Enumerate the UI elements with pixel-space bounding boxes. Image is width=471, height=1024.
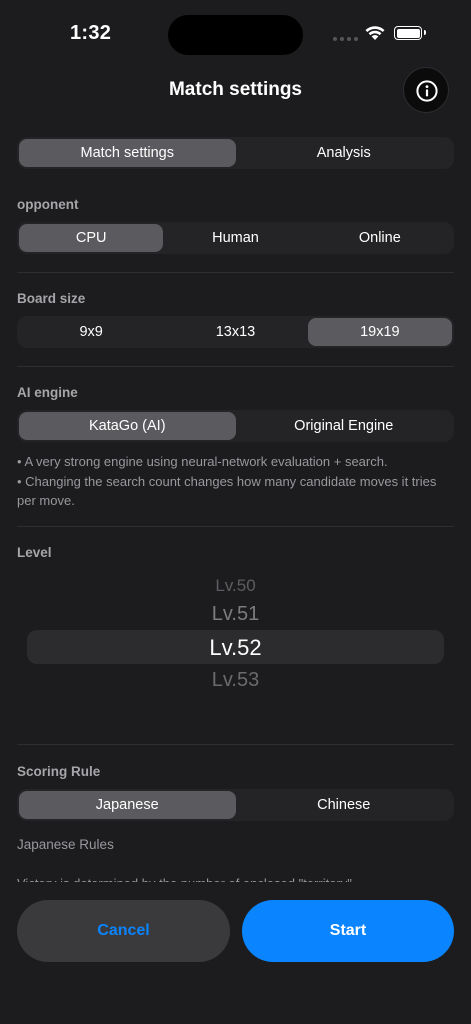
divider bbox=[17, 526, 454, 527]
divider bbox=[17, 366, 454, 367]
board-size-option-13x13[interactable]: 13x13 bbox=[163, 318, 307, 346]
picker-row[interactable]: Lv.53 bbox=[0, 669, 471, 692]
engine-note-2: • Changing the search count changes how … bbox=[17, 473, 437, 509]
board-size-label: Board size bbox=[17, 291, 86, 306]
info-button[interactable] bbox=[403, 67, 449, 113]
picker-row[interactable]: Lv.51 bbox=[0, 603, 471, 626]
opponent-option-online[interactable]: Online bbox=[308, 224, 452, 252]
ai-engine-segmented-control: KataGo (AI) Original Engine bbox=[17, 410, 454, 442]
dynamic-island bbox=[168, 15, 303, 55]
engine-option-original[interactable]: Original Engine bbox=[236, 412, 453, 440]
opponent-label: opponent bbox=[17, 197, 79, 212]
rule-description: Victory is determined by the number of e… bbox=[17, 874, 457, 882]
picker-row[interactable]: Lv.50 bbox=[0, 579, 471, 593]
scoring-option-japanese[interactable]: Japanese bbox=[19, 791, 236, 819]
scoring-rule-segmented-control: Japanese Chinese bbox=[17, 789, 454, 821]
engine-option-katago[interactable]: KataGo (AI) bbox=[19, 412, 236, 440]
engine-description: • A very strong engine using neural-netw… bbox=[17, 452, 457, 511]
cellular-signal-icon bbox=[333, 37, 358, 41]
status-bar: 1:32 bbox=[0, 0, 471, 70]
main-tab-control: Match settings Analysis bbox=[17, 137, 454, 169]
ai-engine-label: AI engine bbox=[17, 385, 78, 400]
battery-icon bbox=[394, 26, 426, 40]
picker-row-selected[interactable]: Lv.52 bbox=[0, 635, 471, 661]
top-header-area: 1:32 Match settings Match settings Analy… bbox=[0, 0, 471, 183]
scoring-option-chinese[interactable]: Chinese bbox=[236, 791, 453, 819]
level-picker[interactable]: Lv.50 Lv.51 Lv.52 Lv.53 bbox=[0, 573, 471, 713]
engine-note-1: • A very strong engine using neural-netw… bbox=[17, 454, 388, 469]
tab-analysis[interactable]: Analysis bbox=[236, 139, 453, 167]
info-circle-icon bbox=[416, 80, 438, 102]
opponent-option-cpu[interactable]: CPU bbox=[19, 224, 164, 252]
board-size-segmented-control: 9x9 13x13 19x19 bbox=[17, 316, 454, 348]
cancel-button[interactable]: Cancel bbox=[17, 900, 230, 962]
divider bbox=[17, 744, 454, 745]
divider bbox=[17, 272, 454, 273]
status-time: 1:32 bbox=[70, 22, 112, 44]
board-size-option-19x19[interactable]: 19x19 bbox=[307, 318, 452, 346]
tab-match-settings[interactable]: Match settings bbox=[19, 139, 236, 167]
opponent-segmented-control: CPU Human Online bbox=[17, 222, 454, 254]
wifi-icon bbox=[365, 26, 385, 40]
opponent-option-human[interactable]: Human bbox=[163, 224, 307, 252]
rule-name: Japanese Rules bbox=[17, 837, 114, 852]
settings-content[interactable]: opponent CPU Human Online Board size 9x9… bbox=[0, 183, 471, 882]
scoring-rule-label: Scoring Rule bbox=[17, 764, 101, 779]
page-title: Match settings bbox=[168, 79, 303, 100]
level-label: Level bbox=[17, 545, 52, 560]
board-size-option-9x9[interactable]: 9x9 bbox=[19, 318, 163, 346]
bottom-action-bar: Cancel Start bbox=[0, 882, 471, 1024]
start-button[interactable]: Start bbox=[242, 900, 454, 962]
